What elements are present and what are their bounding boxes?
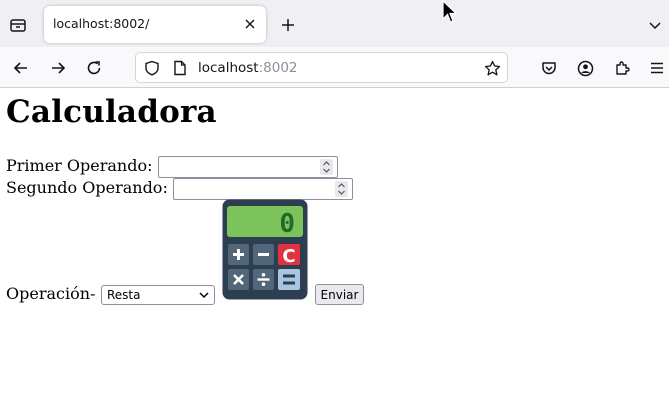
reload-icon[interactable] [82,56,106,80]
url-host: localhost [198,60,259,76]
number-spinner-icon[interactable] [335,181,348,197]
url-text[interactable]: localhost:8002 [198,60,298,76]
bookmark-star-icon[interactable] [483,59,501,77]
new-tab-plus-icon[interactable] [278,15,298,35]
navigation-toolbar: localhost:8002 [0,47,669,88]
second-operand-label: Segundo Operando: [6,178,168,197]
tab-bar: localhost:8002/ [0,0,669,47]
second-operand-input[interactable] [173,178,353,200]
chevron-down-icon[interactable] [645,15,665,35]
first-operand-label: Primer Operando: [6,156,153,175]
shield-icon[interactable] [143,59,161,77]
active-tab[interactable]: localhost:8002/ [44,6,266,43]
calculator-icon: 0 C [222,199,308,300]
back-arrow-icon[interactable] [9,56,33,80]
svg-text:C: C [282,246,295,267]
menu-icon[interactable] [645,56,669,80]
operation-select[interactable]: Resta [101,285,215,305]
page-icon[interactable] [171,59,189,77]
forward-arrow-icon[interactable] [46,56,70,80]
address-bar[interactable]: localhost:8002 [135,52,508,83]
account-icon[interactable] [573,56,597,80]
extensions-icon[interactable] [610,56,634,80]
mouse-cursor-icon [442,0,458,23]
page-title: Calculadora [6,94,217,130]
pocket-icon[interactable] [537,56,561,80]
number-spinner-icon[interactable] [320,159,333,175]
chevron-down-icon [199,292,209,299]
close-tab-icon[interactable] [241,15,259,33]
tab-title: localhost:8002/ [53,16,150,31]
list-all-tabs-icon[interactable] [6,13,30,37]
submit-button[interactable]: Enviar [315,284,364,305]
operation-selected-value: Resta [107,288,141,302]
first-operand-input[interactable] [158,156,338,178]
operation-label: Operación- [6,284,96,303]
url-port: :8002 [258,60,298,76]
calculator-display: 0 [279,209,295,239]
page-content: Calculadora Primer Operando: Segundo Ope… [0,88,669,415]
